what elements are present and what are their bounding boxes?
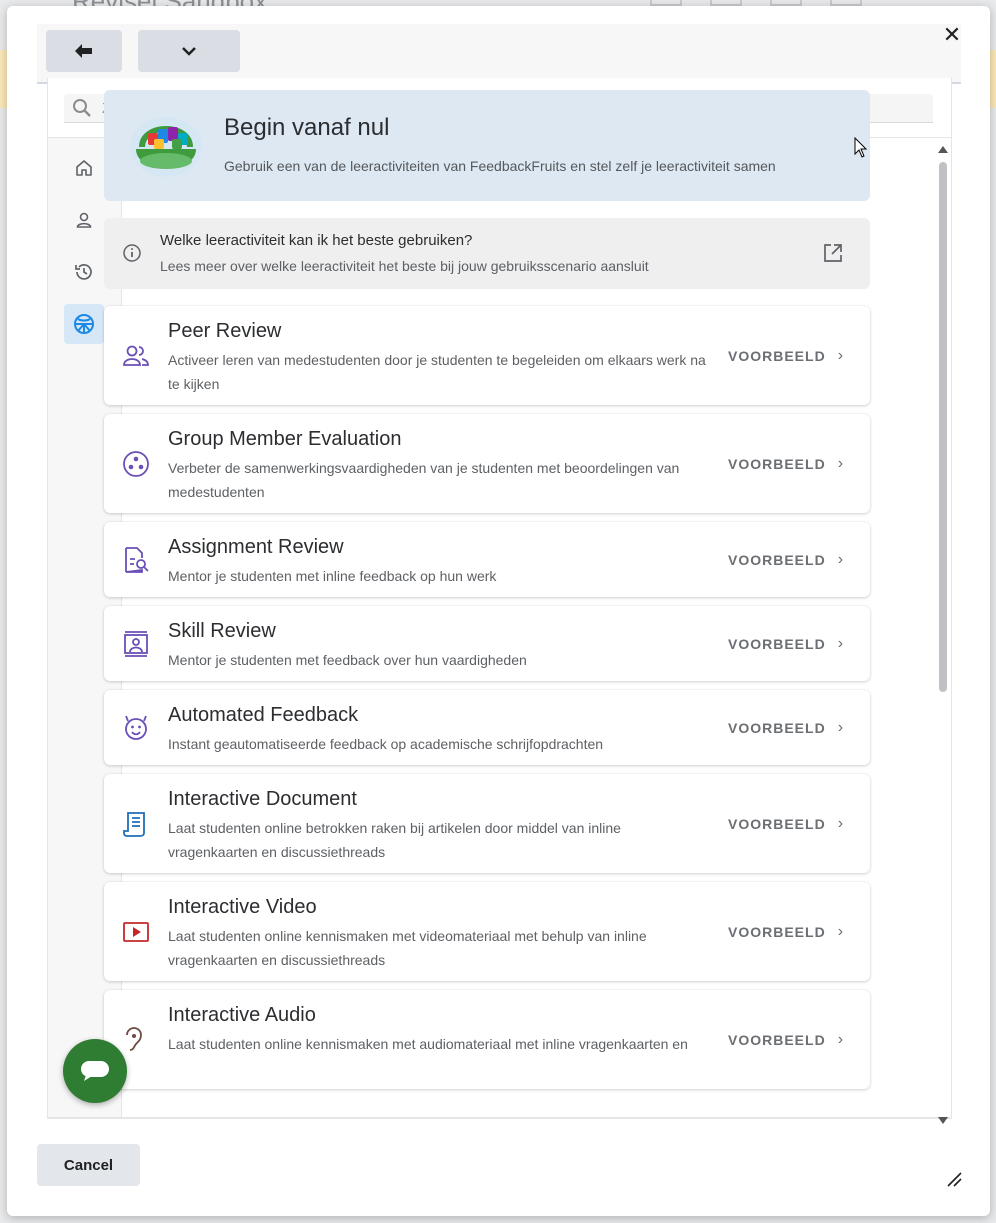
chevron-right-icon: › [837,719,845,736]
mouse-cursor-icon [854,137,868,158]
activity-picker-modal: ✕ Zoek naar leeractiviteiten en sjablone… [7,6,990,1216]
activity-card-interactive-audio[interactable]: Interactive Audio Laat studenten online … [104,990,870,1089]
user-icon [76,212,92,228]
external-link-icon[interactable] [822,242,844,264]
activity-card-group-member-evaluation[interactable]: Group Member Evaluation Verbeter de same… [104,414,870,513]
preview-label: VOORBEELD [728,552,826,568]
which-activity-info-card[interactable]: Welke leeractiviteit kan ik het beste ge… [104,218,870,289]
preview-link[interactable]: VOORBEELD › [728,455,844,473]
modal-toolbar [37,24,961,84]
list-scrollbar[interactable] [937,146,949,1124]
preview-link[interactable]: VOORBEELD › [728,923,844,941]
activity-description: Laat studenten online kennismaken met au… [168,1036,688,1052]
chevron-right-icon: › [837,455,845,472]
activity-card-assignment-review[interactable]: Assignment Review Mentor je studenten me… [104,522,870,597]
activity-title: Interactive Document [168,788,357,810]
activity-description: Laat studenten online kennismaken met vi… [168,928,647,968]
info-icon [123,244,141,262]
activity-title: Interactive Video [168,896,317,918]
preview-link[interactable]: VOORBEELD › [728,551,844,569]
preview-label: VOORBEELD [728,456,826,472]
home-icon [76,160,92,176]
close-icon[interactable]: ✕ [941,24,963,46]
info-subtitle: Lees meer over welke leeractiviteit het … [160,258,649,274]
chat-bubble-icon [81,1061,109,1081]
preview-link[interactable]: VOORBEELD › [728,1031,844,1049]
preview-label: VOORBEELD [728,636,826,652]
activity-title: Interactive Audio [168,1004,316,1026]
fruit-basket-logo-icon [130,117,202,177]
activity-description: Activeer leren van medestudenten door je… [168,352,706,392]
resize-handle-icon[interactable] [946,1171,962,1187]
preview-label: VOORBEELD [728,1032,826,1048]
back-button[interactable] [46,30,122,72]
activity-card-peer-review[interactable]: Peer Review Activeer leren van medestude… [104,306,870,405]
activity-card-automated-feedback[interactable]: Automated Feedback Instant geautomatisee… [104,690,870,765]
hero-title: Begin vanaf nul [224,114,390,141]
search-icon [73,99,91,117]
preview-link[interactable]: VOORBEELD › [728,719,844,737]
sidebar-item-profile[interactable] [64,200,104,240]
sidebar-item-home[interactable] [64,148,104,188]
interactive-audio-icon [126,1027,142,1051]
more-dropdown-button[interactable] [138,30,240,72]
fruit-basket-icon [74,314,94,334]
activity-description: Verbeter de samenwerkingsvaardigheden va… [168,460,680,500]
scroll-down-arrow-icon[interactable] [938,1117,948,1124]
preview-label: VOORBEELD [728,924,826,940]
activity-title: Automated Feedback [168,704,359,726]
chevron-down-icon [182,47,196,56]
chevron-right-icon: › [837,635,845,652]
activity-card-skill-review[interactable]: Skill Review Mentor je studenten met fee… [104,606,870,681]
scroll-up-arrow-icon[interactable] [938,146,948,153]
activity-title: Group Member Evaluation [168,428,402,450]
cancel-button[interactable]: Cancel [37,1144,140,1186]
preview-label: VOORBEELD [728,348,826,364]
activity-description: Mentor je studenten met feedback over hu… [168,652,527,668]
start-from-scratch-card[interactable]: Begin vanaf nul Gebruik een van de leera… [104,90,870,201]
sidebar-item-activities[interactable] [64,304,104,344]
group-evaluation-icon [123,451,149,477]
arrow-left-icon [75,44,92,58]
divider [47,1117,950,1118]
activity-card-interactive-document[interactable]: Interactive Document Laat studenten onli… [104,774,870,873]
activity-card-interactive-video[interactable]: Interactive Video Laat studenten online … [104,882,870,981]
chevron-right-icon: › [837,347,845,364]
activity-title: Peer Review [168,320,282,342]
hero-subtitle: Gebruik een van de leeractiviteiten van … [224,158,776,174]
interactive-video-icon [123,922,149,942]
list-clip-mask [48,1119,950,1216]
interactive-document-icon [123,812,145,837]
info-title: Welke leeractiviteit kan ik het beste ge… [160,232,473,249]
activity-description: Mentor je studenten met inline feedback … [168,568,497,584]
sidebar-item-history[interactable] [64,252,104,292]
preview-link[interactable]: VOORBEELD › [728,815,844,833]
activity-description: Instant geautomatiseerde feedback op aca… [168,736,604,752]
automated-feedback-icon [125,715,147,740]
preview-label: VOORBEELD [728,816,826,832]
chevron-right-icon: › [837,551,845,568]
activity-title: Assignment Review [168,536,344,558]
peer-review-icon [123,345,149,366]
chevron-right-icon: › [837,1031,845,1048]
preview-link[interactable]: VOORBEELD › [728,635,844,653]
chevron-right-icon: › [837,923,845,940]
scroll-thumb[interactable] [939,162,947,692]
assignment-review-icon [125,547,149,573]
chevron-right-icon: › [837,815,845,832]
preview-label: VOORBEELD [728,720,826,736]
chat-button[interactable] [63,1039,127,1103]
activity-description: Laat studenten online betrokken raken bi… [168,820,621,860]
preview-link[interactable]: VOORBEELD › [728,347,844,365]
activity-title: Skill Review [168,620,276,642]
skill-review-icon [124,631,148,657]
history-icon [75,264,92,280]
